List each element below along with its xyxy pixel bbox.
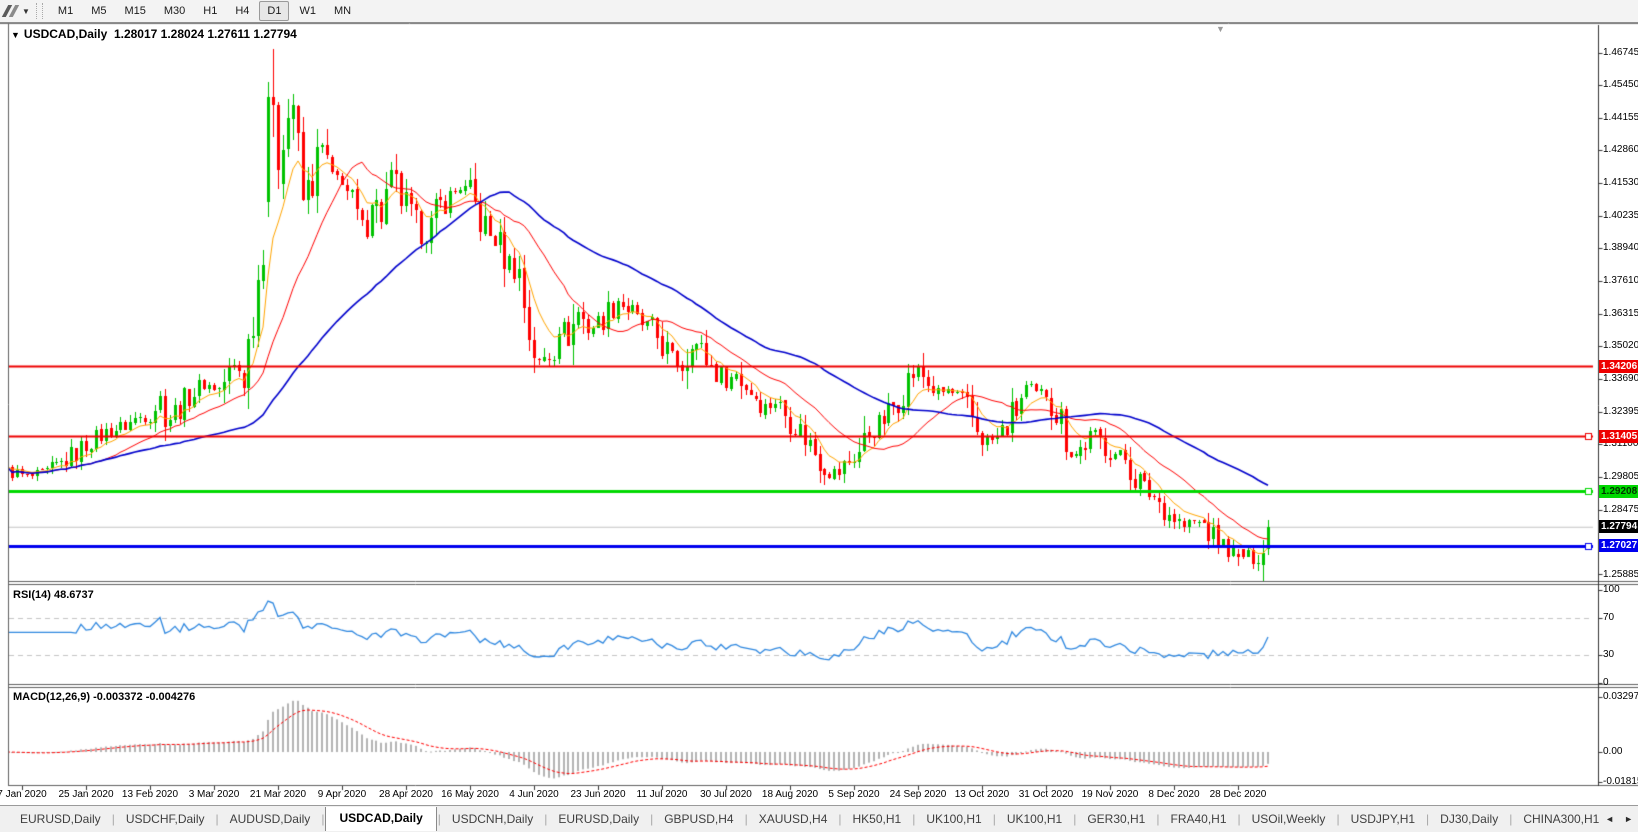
tab-audusd-daily[interactable]: AUDUSD,Daily: [220, 808, 321, 830]
tab-ger30-h1[interactable]: GER30,H1: [1077, 808, 1155, 830]
hline-price-tag[interactable]: 1.34206: [1599, 359, 1638, 373]
chart-type-dropdown-icon[interactable]: ▼: [22, 7, 30, 16]
price-axis-label: 1.36315: [1603, 307, 1638, 319]
chart-ohlc-values: 1.28017 1.28024 1.27611 1.27794: [113, 27, 297, 41]
price-axis-label: 1.25885: [1603, 568, 1638, 580]
rsi-axis-label: 100: [1603, 584, 1620, 595]
rsi-name: RSI(14): [13, 589, 51, 601]
chart-tabs: EURUSD,Daily | USDCHF,Daily | AUDUSD,Daily | U…: [0, 807, 1600, 831]
tab-gbpusd-h4[interactable]: GBPUSD,H4: [654, 808, 743, 830]
toolbar: ▼ M1 M5 M15 M30 H1 H4 D1 W1 MN: [0, 0, 1638, 23]
price-axis-label: 1.37610: [1603, 275, 1638, 287]
date-axis-label: 13 Feb 2020: [121, 789, 179, 800]
macd-axis-label: 0.032972: [1603, 691, 1638, 703]
date-axis-label: 8 Dec 2020: [1148, 789, 1200, 800]
date-axis-label: 16 May 2020: [441, 789, 499, 800]
price-axis-label: 1.40235: [1603, 209, 1638, 221]
timeframe-button-h4[interactable]: H4: [227, 1, 257, 21]
date-axis-label: 5 Sep 2020: [828, 789, 880, 800]
tab-usdjpy-h1[interactable]: USDJPY,H1: [1341, 808, 1425, 830]
date-axis-label: 3 Mar 2020: [188, 789, 240, 800]
rsi-axis-label: 0: [1603, 677, 1609, 688]
mt4-application: { "toolbar": { "dropdown_glyph": "▼", "t…: [0, 0, 1638, 832]
timeframe-button-group: M1 M5 M15 M30 H1 H4 D1 W1 MN: [49, 1, 360, 21]
price-axis-label: 1.35020: [1603, 340, 1638, 352]
macd-values: -0.003372 -0.004276: [93, 691, 196, 703]
date-axis-label: 11 Jul 2020: [636, 789, 688, 800]
price-axis-label: 1.38940: [1603, 242, 1638, 254]
price-axis-label: 1.33690: [1603, 373, 1638, 385]
tab-uk100-h1[interactable]: UK100,H1: [997, 808, 1072, 830]
timeframe-button-m15[interactable]: M15: [116, 1, 153, 21]
tab-hk50-h1[interactable]: HK50,H1: [843, 808, 912, 830]
rsi-value: 48.6737: [53, 589, 94, 601]
macd-name: MACD(12,26,9): [13, 691, 91, 703]
timeframe-button-w1[interactable]: W1: [291, 1, 324, 21]
date-axis-label: 9 Apr 2020: [317, 789, 367, 800]
chart-overlay-layer: ▼ USDCAD,Daily 1.28017 1.28024 1.27611 1.…: [0, 0, 1638, 832]
timeframe-button-h1[interactable]: H1: [195, 1, 225, 21]
tab-eurusd-daily[interactable]: EURUSD,Daily: [10, 808, 111, 830]
tab-scroll-right-icon[interactable]: ►: [1619, 812, 1638, 826]
tab-scroll-left-icon[interactable]: ◄: [1600, 812, 1619, 826]
price-axis-label: 1.44155: [1603, 111, 1638, 123]
tab-usdchf-daily[interactable]: USDCHF,Daily: [116, 808, 215, 830]
date-axis-label: 24 Sep 2020: [889, 789, 947, 800]
date-axis-label: 19 Nov 2020: [1081, 789, 1139, 800]
price-axis-label: 1.42860: [1603, 144, 1638, 156]
chart-shift-marker-icon[interactable]: ▼: [1216, 24, 1225, 34]
chart-symbol-period: USDCAD,Daily: [23, 27, 108, 41]
timeframe-button-m1[interactable]: M1: [50, 1, 81, 21]
date-axis-label: 23 Jun 2020: [570, 789, 626, 800]
rsi-indicator-label: RSI(14) 48.6737: [13, 589, 94, 601]
tab-xauusd-h4[interactable]: XAUUSD,H4: [749, 808, 838, 830]
timeframe-button-mn[interactable]: MN: [326, 1, 359, 21]
toolbar-grip-handle[interactable]: [35, 3, 43, 19]
macd-indicator-label: MACD(12,26,9) -0.003372 -0.004276: [13, 691, 195, 703]
hline-price-tag[interactable]: 1.27027: [1599, 539, 1638, 553]
date-axis-label: 18 Aug 2020: [761, 789, 819, 800]
macd-axis-label: 0.00: [1603, 746, 1623, 757]
tab-usdcad-daily[interactable]: USDCAD,Daily: [325, 807, 437, 831]
tab-usoil-weekly[interactable]: USOil,Weekly: [1242, 808, 1336, 830]
current-price-tag: 1.27794: [1599, 520, 1638, 534]
timeframe-button-m30[interactable]: M30: [156, 1, 193, 21]
chart-title: ▼ USDCAD,Daily 1.28017 1.28024 1.27611 1.…: [11, 27, 297, 41]
chart-type-icon[interactable]: [1, 3, 22, 19]
hline-price-tag[interactable]: 1.31405: [1599, 430, 1638, 443]
tab-usdcnh-daily[interactable]: USDCNH,Daily: [442, 808, 543, 830]
tab-dj30-daily[interactable]: DJ30,Daily: [1430, 808, 1508, 830]
price-axis-label: 1.29805: [1603, 470, 1638, 482]
date-axis-label: 25 Jan 2020: [58, 789, 114, 800]
price-axis-label: 1.46745: [1603, 47, 1638, 58]
date-axis-label: 31 Oct 2020: [1018, 789, 1074, 800]
rsi-axis-label: 30: [1603, 649, 1615, 661]
chart-tab-bar: EURUSD,Daily | USDCHF,Daily | AUDUSD,Daily | U…: [0, 805, 1638, 832]
price-axis-label: 1.41530: [1603, 177, 1638, 189]
date-axis-label: 28 Apr 2020: [379, 789, 433, 800]
date-axis-label: 7 Jan 2020: [0, 789, 47, 800]
price-axis-label: 1.32395: [1603, 405, 1638, 417]
date-axis-label: 4 Jun 2020: [509, 789, 559, 800]
timeframe-button-m5[interactable]: M5: [83, 1, 114, 21]
date-axis-label: 13 Oct 2020: [954, 789, 1010, 800]
tab-china300-h1[interactable]: CHINA300,H1: [1513, 808, 1600, 830]
macd-axis-label: -0.01815: [1603, 776, 1638, 788]
price-axis-label: 1.45450: [1603, 79, 1638, 91]
date-axis-label: 28 Dec 2020: [1209, 789, 1267, 800]
date-axis-label: 21 Mar 2020: [249, 789, 307, 800]
price-axis-label: 1.28475: [1603, 503, 1638, 515]
tab-uk100-h1[interactable]: UK100,H1: [916, 808, 991, 830]
tab-eurusd-daily[interactable]: EURUSD,Daily: [548, 808, 649, 830]
rsi-axis-label: 70: [1603, 611, 1615, 623]
chart-collapse-icon[interactable]: ▼: [11, 30, 20, 40]
timeframe-button-d1[interactable]: D1: [259, 1, 290, 21]
tab-fra40-h1[interactable]: FRA40,H1: [1160, 808, 1236, 830]
hline-price-tag[interactable]: 1.29208: [1599, 484, 1638, 498]
date-axis-label: 30 Jul 2020: [700, 789, 752, 800]
